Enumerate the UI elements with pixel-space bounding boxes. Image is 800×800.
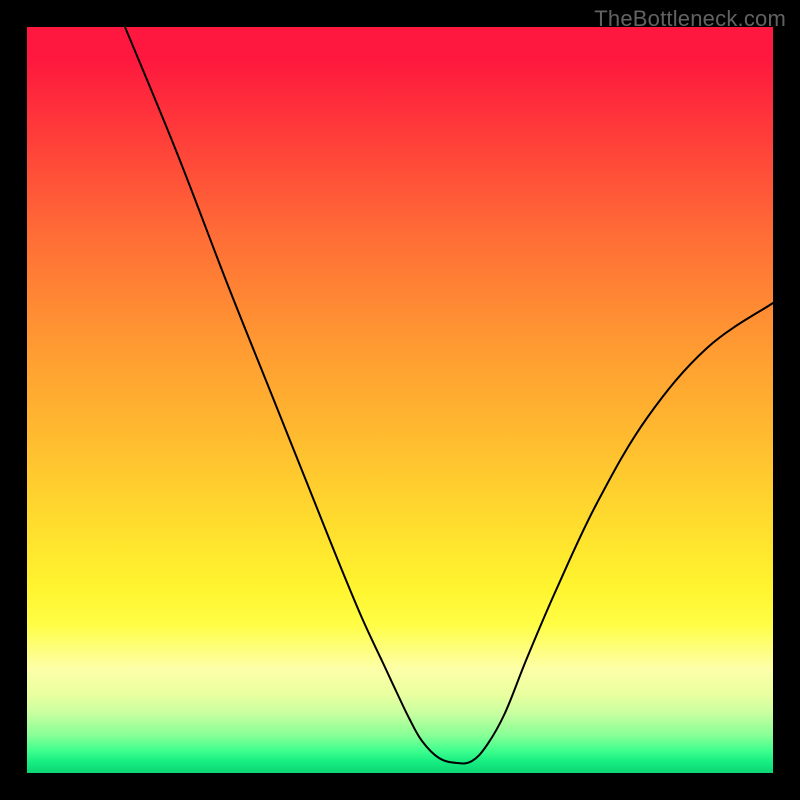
data-nub [515,127,518,135]
watermark-text: TheBottleneck.com [594,6,786,32]
data-nub [337,155,349,185]
data-nub [441,37,465,38]
data-nub [481,47,487,58]
data-nub [554,225,561,241]
data-nub [309,219,323,255]
data-nub [369,93,374,107]
data-nub [383,65,387,75]
data-nub [575,271,578,277]
plot-area [27,27,773,773]
chart-frame: TheBottleneck.com [0,0,800,800]
data-nub [493,70,498,83]
data-nubs [302,37,578,277]
data-nub [353,129,359,146]
bottleneck-curve [125,27,773,763]
data-nub [399,37,437,45]
curve-svg [27,27,773,773]
data-nub [505,100,513,121]
data-nub [563,246,567,255]
data-nub [537,185,550,215]
data-nub [302,263,306,273]
data-nub [325,203,330,215]
